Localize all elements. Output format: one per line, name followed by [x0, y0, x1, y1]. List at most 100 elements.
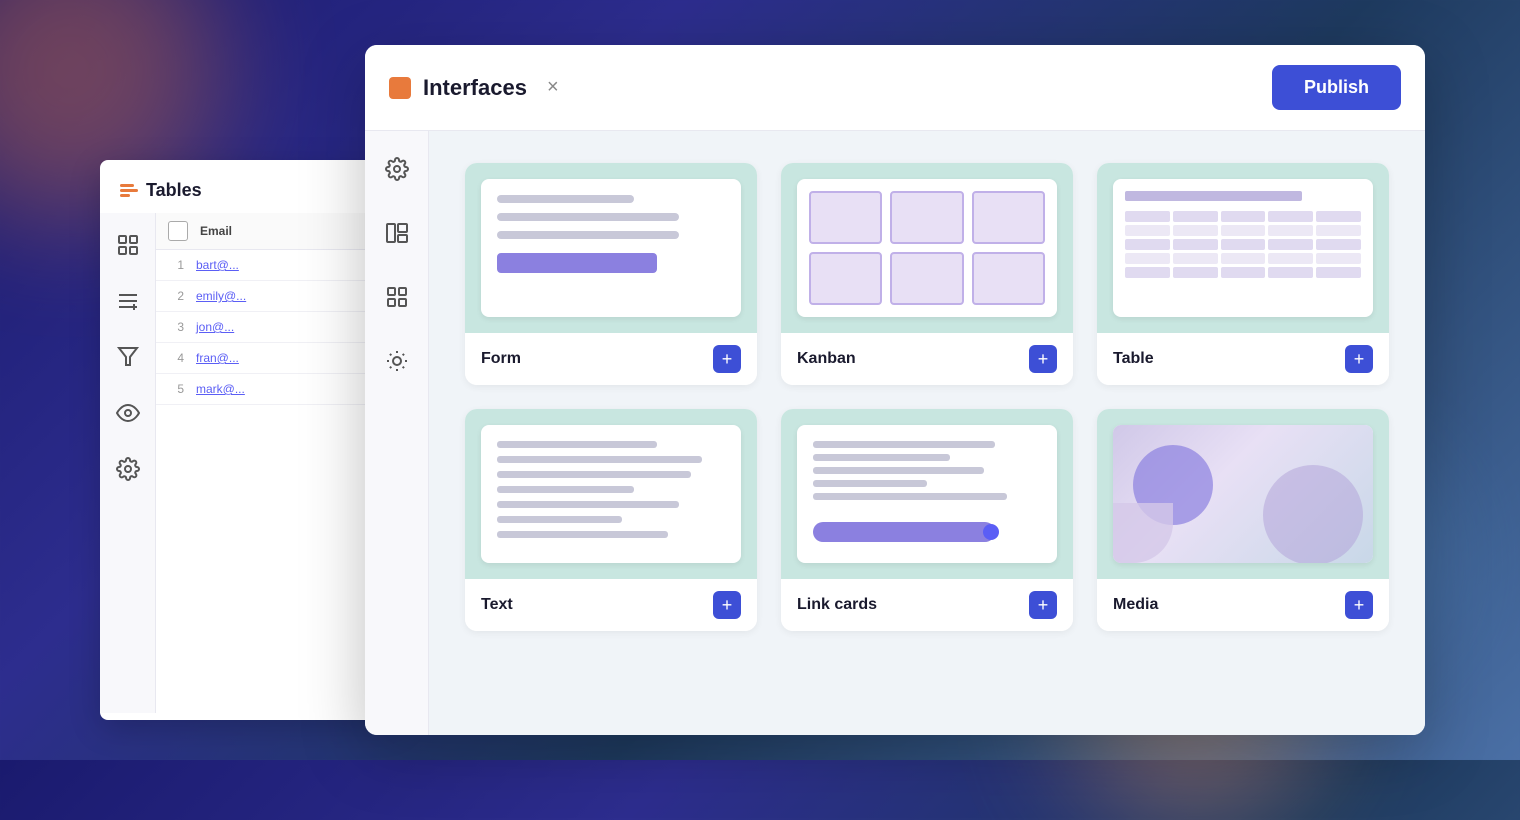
- nav-settings-icon[interactable]: [112, 453, 144, 485]
- table-grid-preview: [1125, 211, 1361, 278]
- interface-cards-grid: Form +: [465, 163, 1389, 631]
- table-row: 3 jon@...: [156, 312, 400, 343]
- text-line-1: [497, 441, 657, 448]
- table-row: 1 bart@...: [156, 250, 400, 281]
- form-line-3: [497, 231, 679, 239]
- link-cards-label: Link cards: [797, 596, 877, 614]
- text-preview-inner: [481, 425, 741, 563]
- tables-panel: Tables: [100, 160, 400, 720]
- table-row: 5 mark@...: [156, 374, 400, 405]
- table-card-footer: Table +: [1097, 333, 1389, 385]
- publish-button[interactable]: Publish: [1272, 65, 1401, 110]
- modal-settings-icon[interactable]: [379, 151, 415, 187]
- text-card-label: Text: [481, 596, 513, 614]
- tables-left-nav: [100, 213, 156, 713]
- table-card-preview: [1097, 163, 1389, 333]
- tables-header: Tables: [100, 160, 400, 213]
- select-all-checkbox[interactable]: [168, 221, 188, 241]
- kanban-col-4: [809, 252, 882, 305]
- modal-sidebar: [365, 131, 429, 735]
- kanban-col-5: [890, 252, 963, 305]
- table-row: 4 fran@...: [156, 343, 400, 374]
- link-text-lines: [813, 441, 1041, 500]
- modal-content: Form +: [429, 131, 1425, 735]
- text-line-3: [497, 471, 691, 478]
- form-line-1: [497, 195, 634, 203]
- kanban-row-2: [809, 252, 1045, 305]
- interfaces-modal: Interfaces × Publish: [365, 45, 1425, 735]
- kanban-card-footer: Kanban +: [781, 333, 1073, 385]
- media-shape-blob: [1263, 465, 1363, 563]
- kanban-add-button[interactable]: +: [1029, 345, 1057, 373]
- link-cards-add-button[interactable]: +: [1029, 591, 1057, 619]
- table-row: 2 emily@...: [156, 281, 400, 312]
- table-preview-inner: [1113, 179, 1373, 317]
- link-button-preview: [813, 522, 995, 542]
- linkcard-preview-inner: [797, 425, 1057, 563]
- form-line-2: [497, 213, 679, 221]
- text-card-footer: Text +: [465, 579, 757, 631]
- kanban-col-6: [972, 252, 1045, 305]
- text-line-4: [497, 486, 634, 493]
- form-submit-preview: [497, 253, 657, 273]
- table-header-preview: [1125, 191, 1302, 201]
- form-add-button[interactable]: +: [713, 345, 741, 373]
- link-cards-preview: [781, 409, 1073, 579]
- kanban-card-preview: [781, 163, 1073, 333]
- text-line-7: [497, 531, 668, 538]
- link-button-container: [813, 522, 1041, 542]
- text-line-2: [497, 456, 702, 463]
- kanban-card-label: Kanban: [797, 350, 856, 368]
- kanban-col-2: [890, 191, 963, 244]
- nav-view-icon[interactable]: [112, 397, 144, 429]
- kanban-card[interactable]: Kanban +: [781, 163, 1073, 385]
- modal-close-button[interactable]: ×: [539, 72, 567, 103]
- media-background: [1113, 425, 1373, 563]
- table-column-header: Email: [156, 213, 400, 250]
- email-column-header: Email: [200, 224, 232, 238]
- media-card-footer: Media +: [1097, 579, 1389, 631]
- text-card-preview: [465, 409, 757, 579]
- text-line-5: [497, 501, 679, 508]
- form-preview-inner: [481, 179, 741, 317]
- media-shape-corner: [1113, 503, 1173, 563]
- tables-content: Email 1 bart@... 2 emily@... 3 jon@... 4…: [156, 213, 400, 713]
- form-card[interactable]: Form +: [465, 163, 757, 385]
- tables-stacked-icon: [120, 184, 138, 197]
- kanban-col-1: [809, 191, 882, 244]
- modal-title-group: Interfaces ×: [389, 72, 567, 103]
- text-card[interactable]: Text +: [465, 409, 757, 631]
- modal-layouts-icon[interactable]: [379, 215, 415, 251]
- nav-apps-icon[interactable]: [112, 229, 144, 261]
- form-card-preview: [465, 163, 757, 333]
- text-line-6: [497, 516, 622, 523]
- kanban-preview-inner: [797, 179, 1057, 317]
- table-card-label: Table: [1113, 350, 1154, 368]
- kanban-row-1: [809, 191, 1045, 244]
- text-add-button[interactable]: +: [713, 591, 741, 619]
- modal-title: Interfaces: [423, 75, 527, 101]
- media-preview-inner: [1113, 425, 1373, 563]
- modal-header: Interfaces × Publish: [365, 45, 1425, 131]
- link-cards-footer: Link cards +: [781, 579, 1073, 631]
- media-add-button[interactable]: +: [1345, 591, 1373, 619]
- form-card-label: Form: [481, 350, 521, 368]
- form-card-footer: Form +: [465, 333, 757, 385]
- modal-debug-icon[interactable]: [379, 343, 415, 379]
- table-add-button[interactable]: +: [1345, 345, 1373, 373]
- tables-sidebar: Email 1 bart@... 2 emily@... 3 jon@... 4…: [100, 213, 400, 713]
- media-card-preview: [1097, 409, 1389, 579]
- nav-add-row-icon[interactable]: [112, 285, 144, 317]
- media-card-label: Media: [1113, 596, 1158, 614]
- modal-integrations-icon[interactable]: [379, 279, 415, 315]
- modal-body: Form +: [365, 131, 1425, 735]
- media-card[interactable]: Media +: [1097, 409, 1389, 631]
- tables-logo: Tables: [120, 180, 202, 201]
- tables-title: Tables: [146, 180, 202, 201]
- table-card[interactable]: Table +: [1097, 163, 1389, 385]
- kanban-col-3: [972, 191, 1045, 244]
- link-cards-card[interactable]: Link cards +: [781, 409, 1073, 631]
- nav-filter-icon[interactable]: [112, 341, 144, 373]
- interfaces-logo-icon: [389, 77, 411, 99]
- link-dot: [983, 524, 999, 540]
